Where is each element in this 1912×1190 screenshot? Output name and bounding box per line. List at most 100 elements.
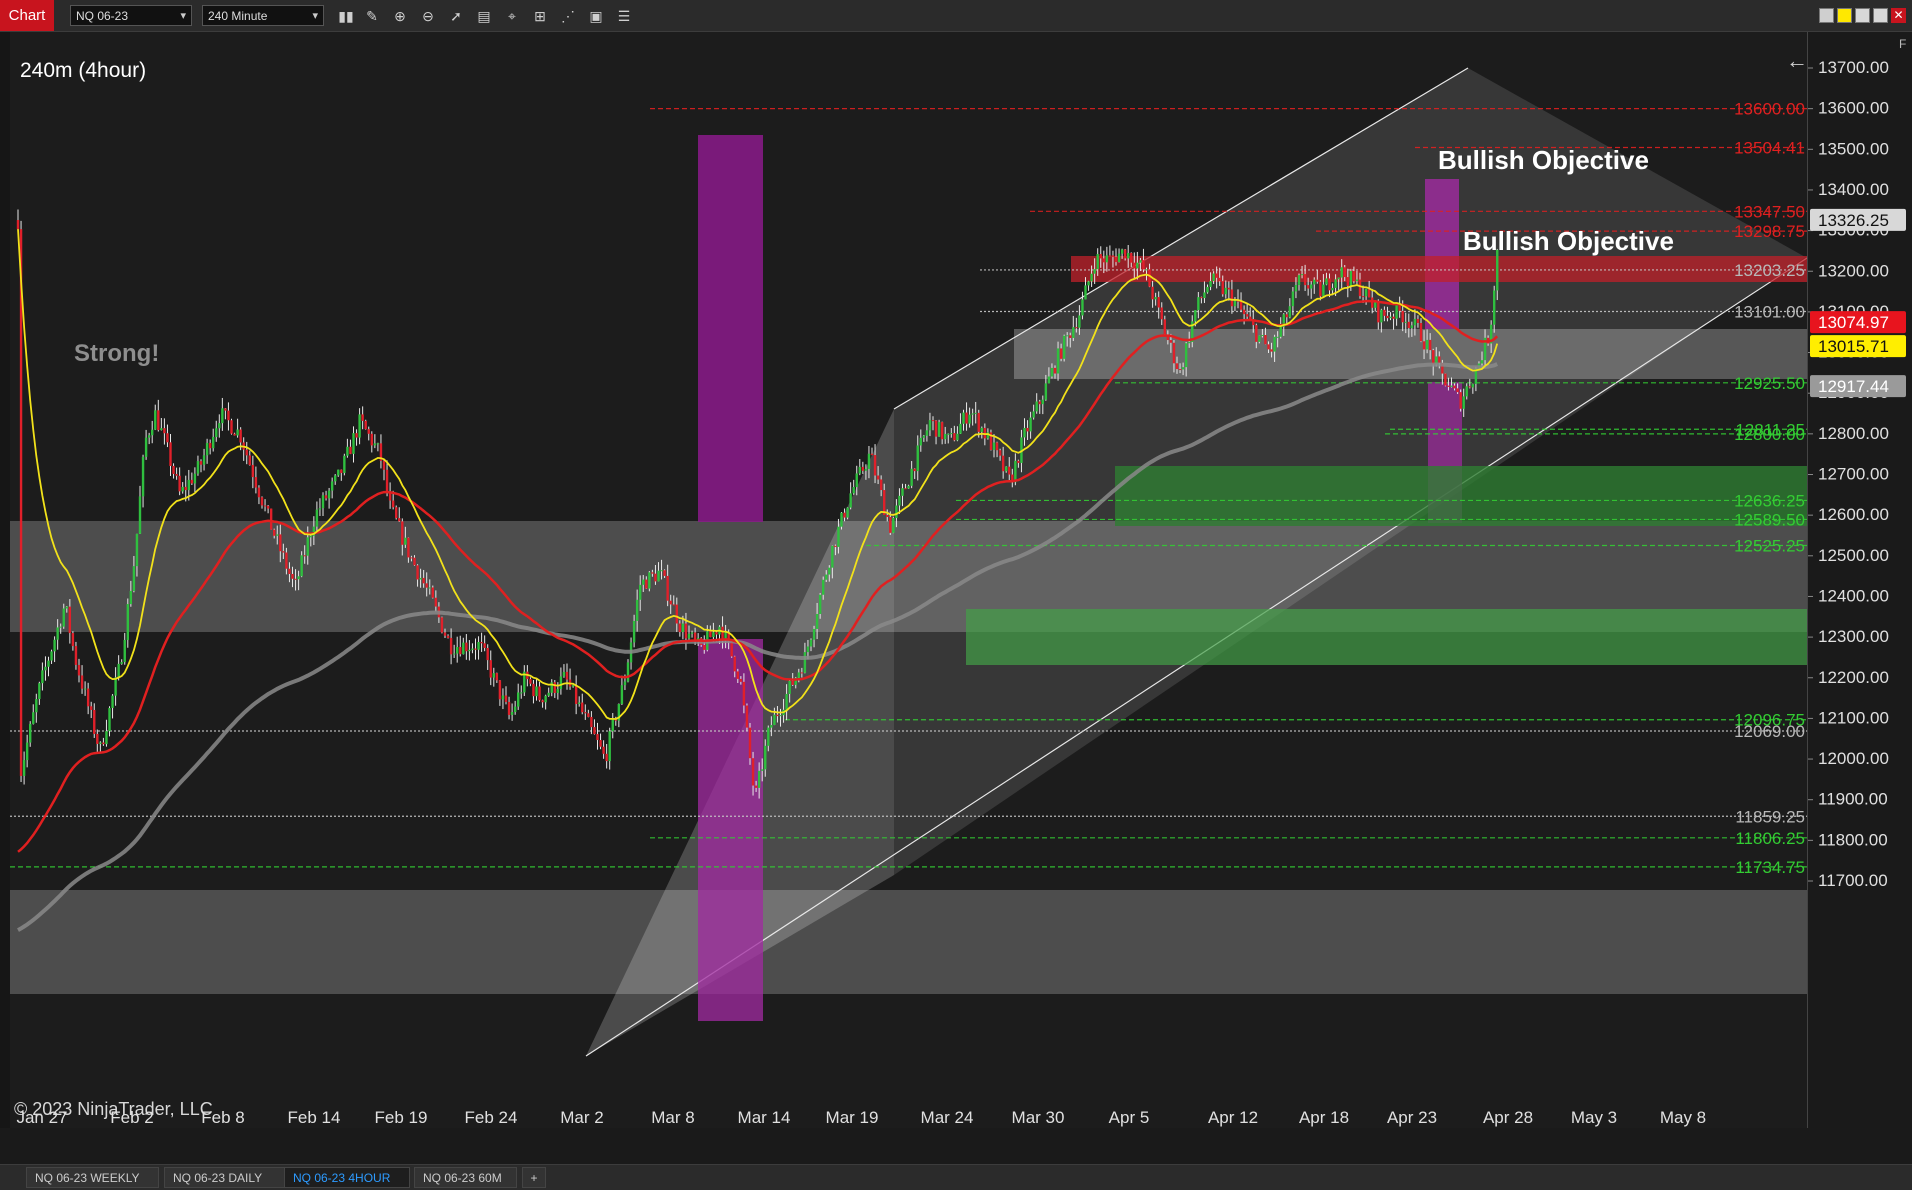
candle-body [334,475,337,482]
candle-body [404,537,407,545]
candle-body [1407,321,1410,329]
zoom-in-icon[interactable]: ⊕ [390,6,410,26]
candle-body [843,512,846,518]
candle-body [1413,318,1417,326]
candle-body [221,408,224,424]
candle-body [669,600,672,605]
candle-body [425,583,428,588]
candle-body [370,433,373,446]
candle-body [154,410,157,430]
candle-body [59,626,62,628]
instrument-selector[interactable]: NQ 06-23 ▾ [70,5,192,26]
crosshair-icon[interactable]: ⌖ [502,6,522,26]
candle-body [825,574,828,580]
candle-body [431,587,434,598]
candle-body [1230,289,1234,307]
candle-body [212,436,215,449]
candle-body [1136,262,1139,269]
level-label-r13504: 13504.41 [1734,139,1805,158]
candle-body [330,481,334,491]
candle-body [349,446,352,454]
candle-body [581,702,584,713]
candle-body [321,495,325,509]
candle-body [1047,376,1051,384]
candle-body [1200,297,1203,299]
price-tick-label: 12600.00 [1818,505,1889,524]
properties-icon[interactable]: ▣ [586,6,606,26]
candle-body [626,662,630,682]
candle-body [995,442,999,451]
tab-4hour[interactable]: NQ 06-23 4HOUR [284,1167,410,1188]
time-tick-label: May 8 [1660,1108,1706,1127]
candle-body [1151,286,1154,300]
candle-body [62,608,65,627]
candle-body [520,692,523,694]
candle-body [947,433,950,435]
tab-60m[interactable]: NQ 06-23 60M [414,1167,517,1188]
chart-tab[interactable]: Chart [0,0,54,31]
candle-body [556,689,560,693]
candle-body [1471,383,1475,388]
candle-body [879,479,883,491]
candle-body [86,688,90,707]
price-axis-scale: 13700.0013600.0013500.0013400.0013300.00… [1808,37,1906,890]
candle-body [1062,335,1066,359]
pointer-icon[interactable]: ➚ [446,6,466,26]
candle-body [730,641,733,657]
interval-selector[interactable]: 240 Minute ▾ [202,5,324,26]
time-tick-label: Apr 12 [1208,1108,1258,1127]
chart-plot-area[interactable]: 13600.00 13504.41 13347.50 13298.75 13203.25… [10,32,1807,1128]
level-label-g13203: 13203.25 [1734,261,1805,280]
link-color-icon[interactable] [1837,8,1852,23]
zoom-out-icon[interactable]: ⊖ [418,6,438,26]
layout-icon[interactable] [1819,8,1834,23]
candle-body [358,414,361,438]
indicators-icon[interactable]: ⊞ [530,6,550,26]
purple-zone-3 [1425,179,1459,329]
candle-body [215,428,218,437]
time-tick-label: Apr 18 [1299,1108,1349,1127]
candle-body [907,485,910,489]
candle-body [937,422,941,437]
tab-weekly[interactable]: NQ 06-23 WEEKLY [26,1167,159,1188]
back-arrow-icon[interactable]: ← [1786,48,1807,73]
strategies-icon[interactable]: ⋰ [558,6,578,26]
bar-chart-icon[interactable]: ▮▮ [336,6,356,26]
close-icon[interactable]: ✕ [1891,8,1906,23]
price-tick-label: 12300.00 [1818,627,1889,646]
minimize-icon[interactable] [1855,8,1870,23]
more-icon[interactable]: ☰ [614,6,634,26]
candle-body [1383,309,1386,316]
price-badge-text: 13074.97 [1818,313,1889,332]
pencil-icon[interactable]: ✎ [362,6,382,26]
candle-body [675,604,678,624]
price-chart[interactable]: 13600.00 13504.41 13347.5013298.75 13203.25… [10,32,1807,1128]
candle-body [666,575,669,601]
candle-body [849,493,852,508]
candle-body [1422,341,1426,350]
tab-daily[interactable]: NQ 06-23 DAILY [164,1167,287,1188]
candle-body [266,505,270,509]
candle-body [1117,253,1121,263]
candle-body [773,714,776,726]
candle-body [1090,273,1093,282]
candle-body [1401,310,1404,323]
candle-body [279,534,282,552]
candle-body [459,647,462,655]
candle-body [205,442,209,456]
candle-body [50,651,53,661]
candle-body [940,422,944,440]
price-axis[interactable]: 13700.0013600.0013500.0013400.0013300.00… [1807,32,1912,1128]
maximize-icon[interactable] [1873,8,1888,23]
add-tab-button[interactable]: + [522,1167,546,1188]
bullish-objective-label-1: Bullish Objective [1438,145,1649,175]
data-box-icon[interactable]: ▤ [474,6,494,26]
candle-body [1255,325,1258,342]
candle-body [227,410,230,421]
candle-body [684,623,688,639]
candle-body [276,534,279,536]
candle-body [544,695,547,703]
candle-body [1453,385,1456,389]
price-tick-label: 13500.00 [1818,139,1889,158]
candle-body [1331,287,1334,291]
